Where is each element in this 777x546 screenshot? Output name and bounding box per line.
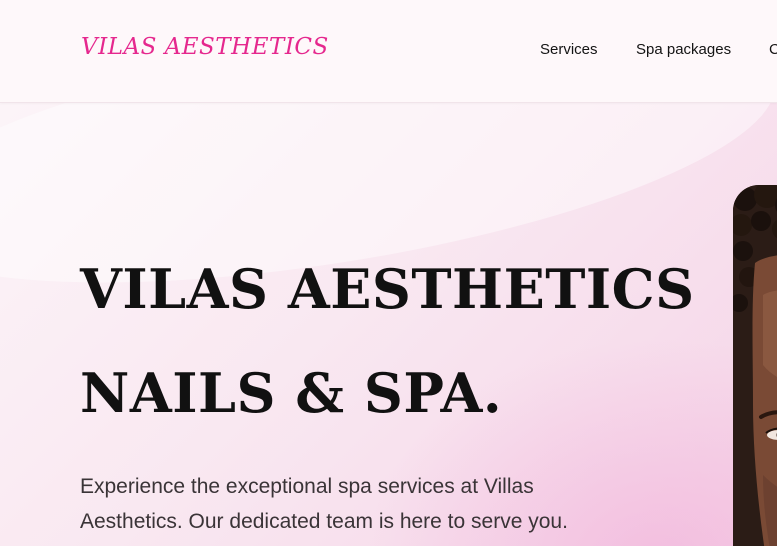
hero-section: VILAS AESTHETICS NAILS & SPA. Experience…	[0, 103, 777, 546]
nav-item-services[interactable]: Services	[540, 41, 598, 58]
portrait-illustration	[733, 185, 777, 546]
hero-description: Experience the exceptional spa services …	[80, 475, 568, 533]
site-header: VILAS AESTHETICS Services Spa packages C	[0, 0, 777, 103]
hero-heading: VILAS AESTHETICS NAILS & SPA.	[80, 237, 695, 445]
nav-item-contact[interactable]: C	[769, 41, 777, 58]
hero-heading-line-1: VILAS AESTHETICS	[80, 257, 695, 321]
hero-heading-line-2: NAILS & SPA.	[80, 361, 503, 425]
hero-portrait-image	[733, 185, 777, 546]
brand-logo[interactable]: VILAS AESTHETICS	[81, 34, 329, 60]
nav-item-spa-packages[interactable]: Spa packages	[636, 41, 731, 58]
